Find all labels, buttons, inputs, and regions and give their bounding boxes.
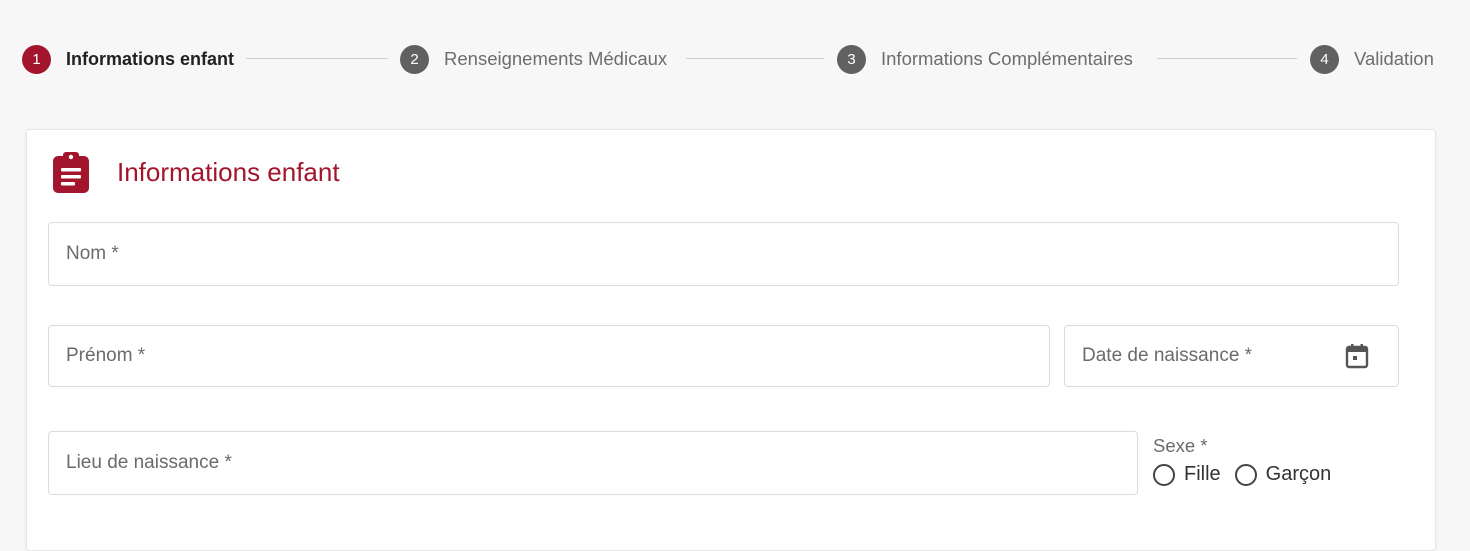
sexe-radio-group: Fille Garçon (1153, 463, 1345, 486)
step-number: 3 (837, 44, 866, 74)
step-renseignements-medicaux[interactable]: 2 Renseignements Médicaux (400, 44, 667, 74)
prenom-field[interactable]: Prénom * (48, 325, 1050, 387)
nom-label: Nom * (66, 243, 119, 264)
step-informations-complementaires[interactable]: 3 Informations Complémentaires (837, 44, 1133, 74)
step-validation[interactable]: 4 Validation (1310, 44, 1434, 74)
sexe-group: Sexe * Fille Garçon (1153, 435, 1345, 486)
step-label: Validation (1354, 48, 1434, 69)
radio-label: Fille (1184, 463, 1221, 485)
radio-circle[interactable] (1234, 463, 1257, 486)
step-number: 1 (22, 44, 51, 74)
card-title: Informations enfant (117, 156, 340, 187)
clipboard-icon (53, 152, 89, 193)
step-number: 2 (400, 44, 429, 74)
date-naissance-label: Date de naissance * (1082, 345, 1253, 366)
radio-label: Garçon (1265, 463, 1332, 485)
date-naissance-field[interactable]: Date de naissance * (1064, 325, 1399, 387)
step-number: 4 (1310, 44, 1339, 74)
card-header: Informations enfant (51, 152, 340, 193)
sexe-label: Sexe * (1153, 435, 1208, 456)
radio-circle[interactable] (1153, 463, 1175, 486)
step-label: Informations enfant (66, 48, 235, 69)
step-connector (246, 58, 388, 59)
lieu-naissance-field[interactable]: Lieu de naissance * (48, 431, 1138, 495)
form-card: Informations enfant Nom * Prénom * Date … (26, 129, 1436, 551)
nom-field[interactable]: Nom * (48, 222, 1399, 286)
lieu-naissance-label: Lieu de naissance * (66, 452, 232, 473)
radio-garcon[interactable]: Garçon (1234, 463, 1332, 486)
step-informations-enfant[interactable]: 1 Informations enfant (22, 44, 234, 74)
step-label: Informations Complémentaires (881, 48, 1133, 69)
radio-fille[interactable]: Fille (1153, 463, 1221, 486)
prenom-label: Prénom * (66, 345, 146, 366)
step-connector (686, 58, 824, 59)
step-label: Renseignements Médicaux (444, 48, 668, 69)
stepper: 1 Informations enfant 2 Renseignements M… (0, 0, 1470, 115)
step-connector (1157, 58, 1297, 59)
calendar-icon[interactable] (1344, 342, 1370, 370)
